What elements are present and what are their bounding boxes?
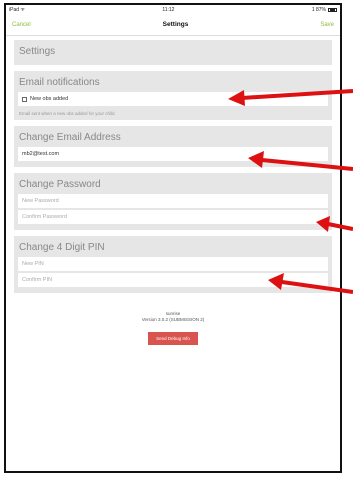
settings-header: Settings [19, 46, 56, 57]
page-title: Settings [162, 21, 189, 28]
settings-header-section: Settings [14, 40, 332, 65]
battery-icon [328, 7, 337, 12]
app-name: sunrise [165, 311, 181, 316]
change-password-title: Change Password [19, 179, 101, 190]
version-text: Version 3.0.2 (SUBMISSION 2) [141, 317, 205, 322]
change-pin-section: Change 4 Digit PIN New PIN Confirm PIN [14, 236, 332, 293]
cancel-button[interactable]: Cancel [12, 22, 31, 28]
status-bar: iPad ᯤ 11:12 1 87% [6, 5, 340, 14]
change-password-section: Change Password New Password Confirm Pas… [14, 173, 332, 230]
save-button[interactable]: Save [320, 22, 334, 28]
change-pin-title: Change 4 Digit PIN [19, 242, 105, 253]
email-notifications-section: Email notifications New obs added Email … [14, 71, 332, 120]
confirm-pin-input[interactable]: Confirm PIN [18, 273, 328, 287]
settings-content: Settings Email notifications New obs add… [14, 40, 332, 471]
checkbox-icon[interactable] [22, 96, 27, 102]
new-pin-input[interactable]: New PIN [18, 257, 328, 271]
email-notifications-title: Email notifications [19, 77, 100, 88]
new-obs-checkbox-label: New obs added [30, 96, 69, 102]
change-email-section: Change Email Address mb2@test.com [14, 126, 332, 167]
battery-status: 1 87% [312, 7, 337, 13]
change-email-title: Change Email Address [19, 132, 121, 143]
send-debug-info-button[interactable]: Send Debug Info [148, 332, 198, 345]
new-obs-checkbox-row[interactable]: New obs added [18, 92, 328, 106]
confirm-password-input[interactable]: Confirm Password [18, 210, 328, 224]
ipad-screen: iPad ᯤ 11:12 1 87% Cancel Settings Save … [4, 3, 342, 473]
clock: 11:12 [162, 6, 175, 13]
email-notifications-hint: Email sent when a new obs added for your… [19, 111, 115, 116]
battery-percent: 1 87% [311, 6, 326, 13]
email-field[interactable]: mb2@test.com [18, 147, 328, 161]
carrier-wifi: iPad ᯤ [9, 6, 25, 13]
new-password-input[interactable]: New Password [18, 194, 328, 208]
nav-bar: Cancel Settings Save [6, 14, 340, 36]
footer: sunrise Version 3.0.2 (SUBMISSION 2) Sen… [14, 311, 332, 345]
